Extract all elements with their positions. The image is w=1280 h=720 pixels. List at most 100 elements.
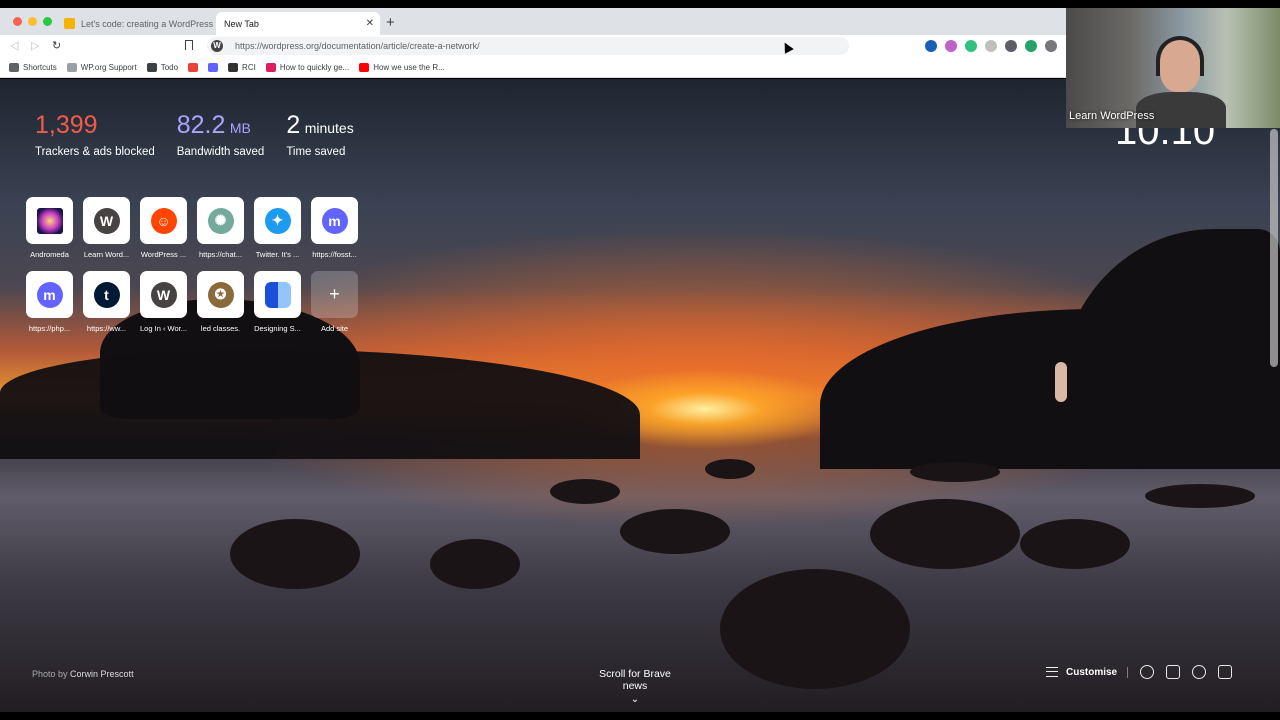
tile-label: Add site <box>320 324 349 333</box>
gmail-icon <box>188 62 199 72</box>
tile-box[interactable]: ✺ <box>197 197 244 244</box>
top-site-tile[interactable]: m https://php... <box>26 271 73 333</box>
extension-icon[interactable] <box>985 40 997 52</box>
tile-box[interactable]: ✦ <box>254 197 301 244</box>
customise-button[interactable]: Customise <box>1046 666 1129 678</box>
tab-title: New Tab <box>224 18 259 29</box>
bookmark-item[interactable] <box>188 62 199 72</box>
new-tab-button[interactable]: + <box>386 14 395 31</box>
grammarly-extension-icon[interactable] <box>965 40 977 52</box>
bookmarks-icon[interactable] <box>1166 665 1181 679</box>
bookmark-item[interactable]: RCI <box>228 62 256 72</box>
gear-extension-icon[interactable] <box>1005 40 1017 52</box>
close-icon[interactable]: ✕ <box>366 18 374 29</box>
reload-icon[interactable]: ↻ <box>52 39 61 52</box>
extension-icon[interactable] <box>945 40 957 52</box>
bookmark-label: Todo <box>160 62 179 72</box>
twitter-icon: ✦ <box>264 207 291 234</box>
top-site-tile[interactable]: W Learn Word... <box>83 197 130 259</box>
bookmark-item[interactable]: Shortcuts <box>9 62 57 72</box>
background-stone <box>910 462 1000 482</box>
top-sites-grid: Andromeda W Learn Word... ☺ WordPress ... ✺ ht… <box>26 197 358 333</box>
bookmark-label: WP.org Support <box>80 62 137 72</box>
tile-box[interactable]: m <box>311 197 358 244</box>
tile-label: https://fosst... <box>312 250 357 259</box>
top-site-tile[interactable]: Designing S... <box>254 271 301 333</box>
trackers-stat: 1,399 Trackers & ads blocked <box>35 111 155 158</box>
bookmark-item[interactable] <box>208 62 219 72</box>
tile-box[interactable]: W <box>140 271 187 318</box>
tile-box[interactable]: ✪ <box>197 271 244 318</box>
tile-box[interactable]: ☺ <box>140 197 187 244</box>
screen: Let's code: creating a WordPress n New T… <box>0 0 1280 720</box>
photo-credit-name[interactable]: Corwin Prescott <box>70 669 134 679</box>
address-bar[interactable]: W https://wordpress.org/documentation/ar… <box>207 37 849 55</box>
tile-box[interactable] <box>254 271 301 318</box>
top-site-tile[interactable]: ✺ https://chat... <box>197 197 244 259</box>
todo-icon <box>146 62 157 72</box>
tab-lets-code[interactable]: Let's code: creating a WordPress n <box>58 12 214 35</box>
reddit-icon: ☺ <box>150 207 177 234</box>
background-stone <box>430 539 520 589</box>
webcam-label: Learn WordPress <box>1069 110 1155 122</box>
bookmark-item[interactable]: How to quickly ge... <box>265 62 349 72</box>
tile-label: https://php... <box>28 324 71 333</box>
minimize-window-button[interactable] <box>28 17 37 26</box>
maximize-window-button[interactable] <box>43 17 52 26</box>
bookmark-item[interactable]: Todo <box>146 62 179 72</box>
background-stone <box>1020 519 1130 569</box>
extension-icon[interactable] <box>1045 40 1057 52</box>
background-rock <box>820 309 1280 469</box>
top-site-tile[interactable]: ☺ WordPress ... <box>140 197 187 259</box>
url-text[interactable]: https://wordpress.org/documentation/arti… <box>235 41 480 51</box>
tile-label: led classes. <box>200 324 241 333</box>
background-stone <box>870 499 1020 569</box>
top-site-tile[interactable]: Andromeda <box>26 197 73 259</box>
history-icon[interactable] <box>1192 665 1207 679</box>
andromeda-icon <box>36 207 63 234</box>
tab-new-tab[interactable]: New Tab ✕ <box>216 12 380 35</box>
tile-box[interactable]: W <box>83 197 130 244</box>
slides-favicon-icon <box>64 18 75 29</box>
brave-stats: 1,399 Trackers & ads blocked 82.2 MB Ban… <box>35 111 354 158</box>
tile-label: https://chat... <box>199 250 242 259</box>
bookmark-icon[interactable] <box>185 40 193 50</box>
wordpress-icon: W <box>150 281 177 308</box>
back-arrow-icon[interactable]: ◁ <box>10 39 18 52</box>
headset-icon <box>1156 36 1204 76</box>
chatgpt-icon: ✺ <box>207 207 234 234</box>
bookmark-label: RCI <box>242 62 256 72</box>
browser-toolbar: ◁ ▷ ↻ W https://wordpress.org/documentat… <box>0 35 1066 57</box>
background-stone <box>620 509 730 554</box>
top-site-tile[interactable]: W Log In ‹ Wor... <box>140 271 187 333</box>
bookmark-item[interactable]: WP.org Support <box>66 62 137 72</box>
tile-label: Log In ‹ Wor... <box>140 324 187 333</box>
bandwidth-stat: 82.2 MB Bandwidth saved <box>177 111 265 158</box>
plus-icon: + <box>329 284 340 304</box>
bookmark-item[interactable]: How we use the R... <box>359 62 445 72</box>
forward-arrow-icon[interactable]: ▷ <box>31 39 39 52</box>
wordpress-site-icon: W <box>211 40 223 52</box>
add-site-tile[interactable]: + Add site <box>311 271 358 333</box>
close-window-button[interactable] <box>13 17 22 26</box>
new-tab-page: 1,399 Trackers & ads blocked 82.2 MB Ban… <box>0 79 1280 712</box>
top-site-tile[interactable]: ✪ led classes. <box>197 271 244 333</box>
letterbox-bar <box>0 712 1280 720</box>
time-value: 2 <box>286 111 301 139</box>
settings-gear-icon[interactable] <box>1140 665 1155 679</box>
top-site-tile[interactable]: m https://fosst... <box>311 197 358 259</box>
brave-talk-video-icon[interactable] <box>1218 665 1233 679</box>
onepassword-extension-icon[interactable] <box>925 40 937 52</box>
tile-box[interactable]: t <box>83 271 130 318</box>
photo-credit[interactable]: Photo by Corwin Prescott <box>32 669 134 679</box>
extension-icon[interactable] <box>1025 40 1037 52</box>
page-scrollbar[interactable] <box>1270 129 1278 367</box>
top-site-tile[interactable]: t https://ww... <box>83 271 130 333</box>
top-site-tile[interactable]: ✦ Twitter. It's ... <box>254 197 301 259</box>
bandwidth-label: Bandwidth saved <box>176 146 265 158</box>
tile-box[interactable] <box>26 197 73 244</box>
tile-box[interactable]: + <box>311 271 358 318</box>
tile-label: Andromeda <box>30 250 69 259</box>
brave-news-button[interactable]: Scroll for Brave news ⌄ <box>587 668 683 705</box>
tile-box[interactable]: m <box>26 271 73 318</box>
